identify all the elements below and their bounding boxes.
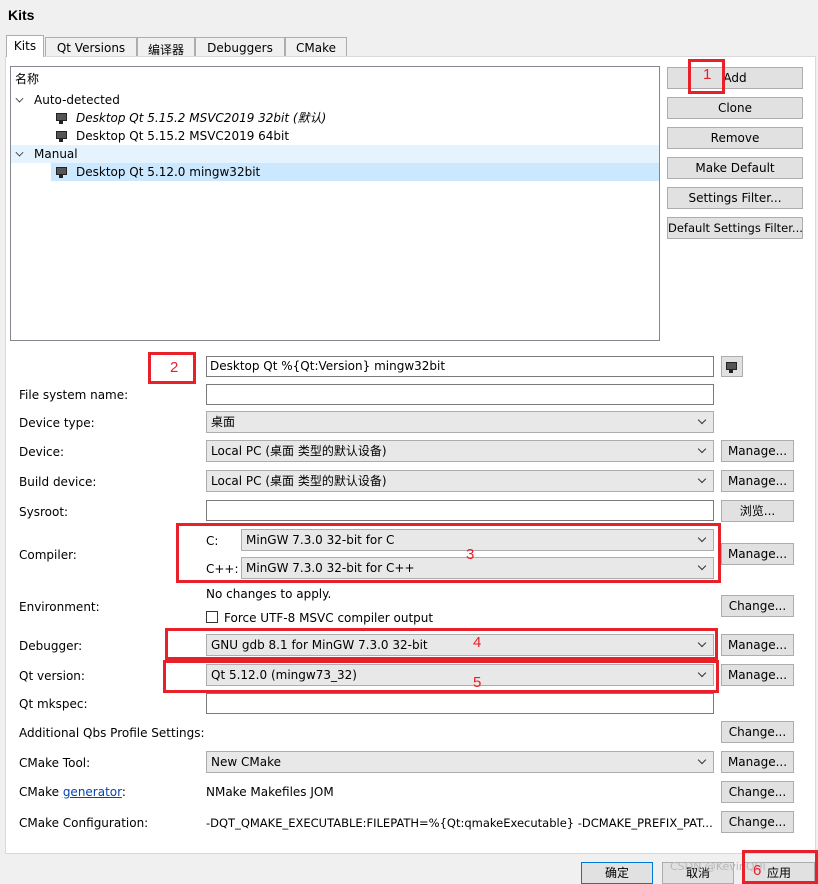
cmake-config-value: -DQT_QMAKE_EXECUTABLE:FILEPATH=%{Qt:qmak… xyxy=(206,816,713,830)
cmake-generator-change-button[interactable]: Change... xyxy=(721,781,794,803)
build-device-value: Local PC (桌面 类型的默认设备) xyxy=(211,474,387,488)
settings-filter-button[interactable]: Settings Filter... xyxy=(667,187,803,209)
chevron-down-icon[interactable] xyxy=(15,148,24,157)
tree-item-label: Desktop Qt 5.12.0 mingw32bit xyxy=(76,165,261,179)
cmake-generator-label-prefix: CMake xyxy=(19,785,63,799)
monitor-icon xyxy=(56,167,67,178)
chevron-down-icon xyxy=(697,415,707,425)
tree-group-auto-detected[interactable]: Auto-detected xyxy=(11,91,659,109)
annotation-box-3 xyxy=(176,523,721,583)
default-settings-filter-button[interactable]: Default Settings Filter... xyxy=(667,217,803,239)
file-system-name-input[interactable] xyxy=(206,384,714,405)
qbs-settings-label: Additional Qbs Profile Settings: xyxy=(19,726,205,740)
annotation-box-5 xyxy=(163,660,719,693)
generator-link[interactable]: generator xyxy=(63,785,122,799)
device-manage-button[interactable]: Manage... xyxy=(721,440,794,462)
build-device-manage-button[interactable]: Manage... xyxy=(721,470,794,492)
window-title: Kits xyxy=(8,7,35,23)
cmake-generator-label: CMake generator: xyxy=(19,785,126,799)
annotation-number-1: 1 xyxy=(703,66,712,83)
device-type-select[interactable]: 桌面 xyxy=(206,411,714,433)
cmake-config-label: CMake Configuration: xyxy=(19,816,149,830)
chevron-down-icon xyxy=(697,444,707,454)
cmake-config-change-button[interactable]: Change... xyxy=(721,811,794,833)
tree-item-kit[interactable]: Desktop Qt 5.15.2 MSVC2019 64bit xyxy=(11,127,659,145)
tab-cmake[interactable]: CMake xyxy=(285,37,347,57)
debugger-label: Debugger: xyxy=(19,639,83,653)
device-select[interactable]: Local PC (桌面 类型的默认设备) xyxy=(206,440,714,462)
environment-change-button[interactable]: Change... xyxy=(721,595,794,617)
remove-button[interactable]: Remove xyxy=(667,127,803,149)
tree-item-label: Desktop Qt 5.15.2 MSVC2019 64bit xyxy=(76,129,290,143)
qbs-change-button[interactable]: Change... xyxy=(721,721,794,743)
chevron-down-icon[interactable] xyxy=(15,94,24,103)
device-value: Local PC (桌面 类型的默认设备) xyxy=(211,444,387,458)
annotation-number-3: 3 xyxy=(466,546,475,563)
qt-version-manage-button[interactable]: Manage... xyxy=(721,664,794,686)
annotation-number-6: 6 xyxy=(753,862,762,879)
cmake-generator-label-suffix: : xyxy=(121,785,126,799)
tree-group-label: Auto-detected xyxy=(34,93,120,107)
environment-label: Environment: xyxy=(19,600,100,614)
kit-name-input[interactable]: Desktop Qt %{Qt:Version} mingw32bit xyxy=(206,356,714,377)
build-device-label: Build device: xyxy=(19,475,97,489)
file-system-name-label: File system name: xyxy=(19,388,129,402)
cmake-generator-value: NMake Makefiles JOM xyxy=(206,785,334,799)
tab-compilers[interactable]: 编译器 xyxy=(137,37,195,57)
tree-group-manual[interactable]: Manual xyxy=(11,145,659,163)
tree-item-kit-selected[interactable]: Desktop Qt 5.12.0 mingw32bit xyxy=(51,163,659,181)
clone-button[interactable]: Clone xyxy=(667,97,803,119)
force-utf8-checkbox[interactable] xyxy=(206,611,218,623)
compiler-manage-button[interactable]: Manage... xyxy=(721,543,794,565)
tree-header-label: 名称 xyxy=(15,72,40,86)
annotation-number-2: 2 xyxy=(170,359,179,376)
environment-value: No changes to apply. xyxy=(206,587,332,601)
tree-group-label: Manual xyxy=(34,147,78,161)
tab-debuggers[interactable]: Debuggers xyxy=(195,37,285,57)
tree-item-kit[interactable]: Desktop Qt 5.15.2 MSVC2019 32bit (默认) xyxy=(11,109,659,127)
debugger-manage-button[interactable]: Manage... xyxy=(721,634,794,656)
device-label: Device: xyxy=(19,445,65,459)
device-type-label: Device type: xyxy=(19,416,95,430)
chevron-down-icon xyxy=(697,474,707,484)
annotation-box-4 xyxy=(165,628,718,660)
device-type-value: 桌面 xyxy=(211,415,236,429)
tree-header: 名称 xyxy=(11,70,659,88)
annotation-number-4: 4 xyxy=(473,634,482,651)
monitor-icon xyxy=(56,113,67,124)
ok-button[interactable]: 确定 xyxy=(581,862,653,884)
qt-mkspec-label: Qt mkspec: xyxy=(19,697,88,711)
build-device-select[interactable]: Local PC (桌面 类型的默认设备) xyxy=(206,470,714,492)
sysroot-input[interactable] xyxy=(206,500,714,521)
monitor-icon xyxy=(726,362,737,373)
tree-item-label: Desktop Qt 5.15.2 MSVC2019 32bit (默认) xyxy=(76,111,327,125)
sysroot-label: Sysroot: xyxy=(19,505,69,519)
cmake-tool-manage-button[interactable]: Manage... xyxy=(721,751,794,773)
monitor-icon xyxy=(56,131,67,142)
tab-qt-versions[interactable]: Qt Versions xyxy=(45,37,137,57)
qt-mkspec-input[interactable] xyxy=(206,693,714,714)
force-utf8-label: Force UTF-8 MSVC compiler output xyxy=(224,611,434,625)
cmake-tool-label: CMake Tool: xyxy=(19,756,91,770)
annotation-number-5: 5 xyxy=(473,674,482,691)
kit-tree[interactable]: 名称 Auto-detected Desktop Qt 5.15.2 MSVC2… xyxy=(10,66,660,341)
make-default-button[interactable]: Make Default xyxy=(667,157,803,179)
cmake-tool-select[interactable]: New CMake xyxy=(206,751,714,773)
cmake-tool-value: New CMake xyxy=(211,755,281,769)
qt-version-label: Qt version: xyxy=(19,669,85,683)
compiler-label: Compiler: xyxy=(19,548,77,562)
sysroot-browse-button[interactable]: 浏览... xyxy=(721,500,794,522)
kit-icon-button[interactable] xyxy=(721,356,743,377)
chevron-down-icon xyxy=(697,755,707,765)
tab-kits[interactable]: Kits xyxy=(6,35,44,57)
